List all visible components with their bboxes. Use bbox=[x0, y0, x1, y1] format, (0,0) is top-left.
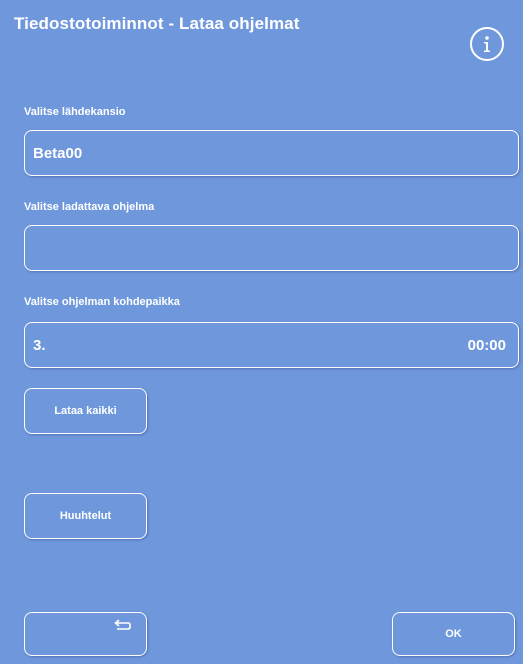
destination-slot: 3. bbox=[33, 336, 46, 354]
program-field[interactable] bbox=[24, 225, 519, 271]
program-label: Valitse ladattava ohjelma bbox=[24, 201, 155, 213]
load-all-button[interactable]: Lataa kaikki bbox=[24, 388, 147, 434]
source-folder-value: Beta00 bbox=[33, 144, 83, 162]
ok-button[interactable]: OK bbox=[392, 612, 515, 656]
rinses-button[interactable]: Huuhtelut bbox=[24, 493, 147, 539]
source-folder-label: Valitse lähdekansio bbox=[24, 106, 126, 118]
file-operations-screen: Tiedostotoiminnot - Lataa ohjelmat Valit… bbox=[0, 0, 523, 664]
source-folder-field[interactable]: Beta00 bbox=[24, 130, 519, 176]
back-arrow-icon bbox=[114, 619, 131, 630]
destination-field[interactable]: 3. 00:00 bbox=[24, 322, 519, 368]
page-title: Tiedostotoiminnot - Lataa ohjelmat bbox=[14, 14, 300, 33]
info-icon bbox=[484, 36, 490, 52]
destination-label: Valitse ohjelman kohdepaikka bbox=[24, 296, 180, 308]
destination-time: 00:00 bbox=[467, 336, 506, 354]
info-button[interactable] bbox=[470, 27, 504, 61]
